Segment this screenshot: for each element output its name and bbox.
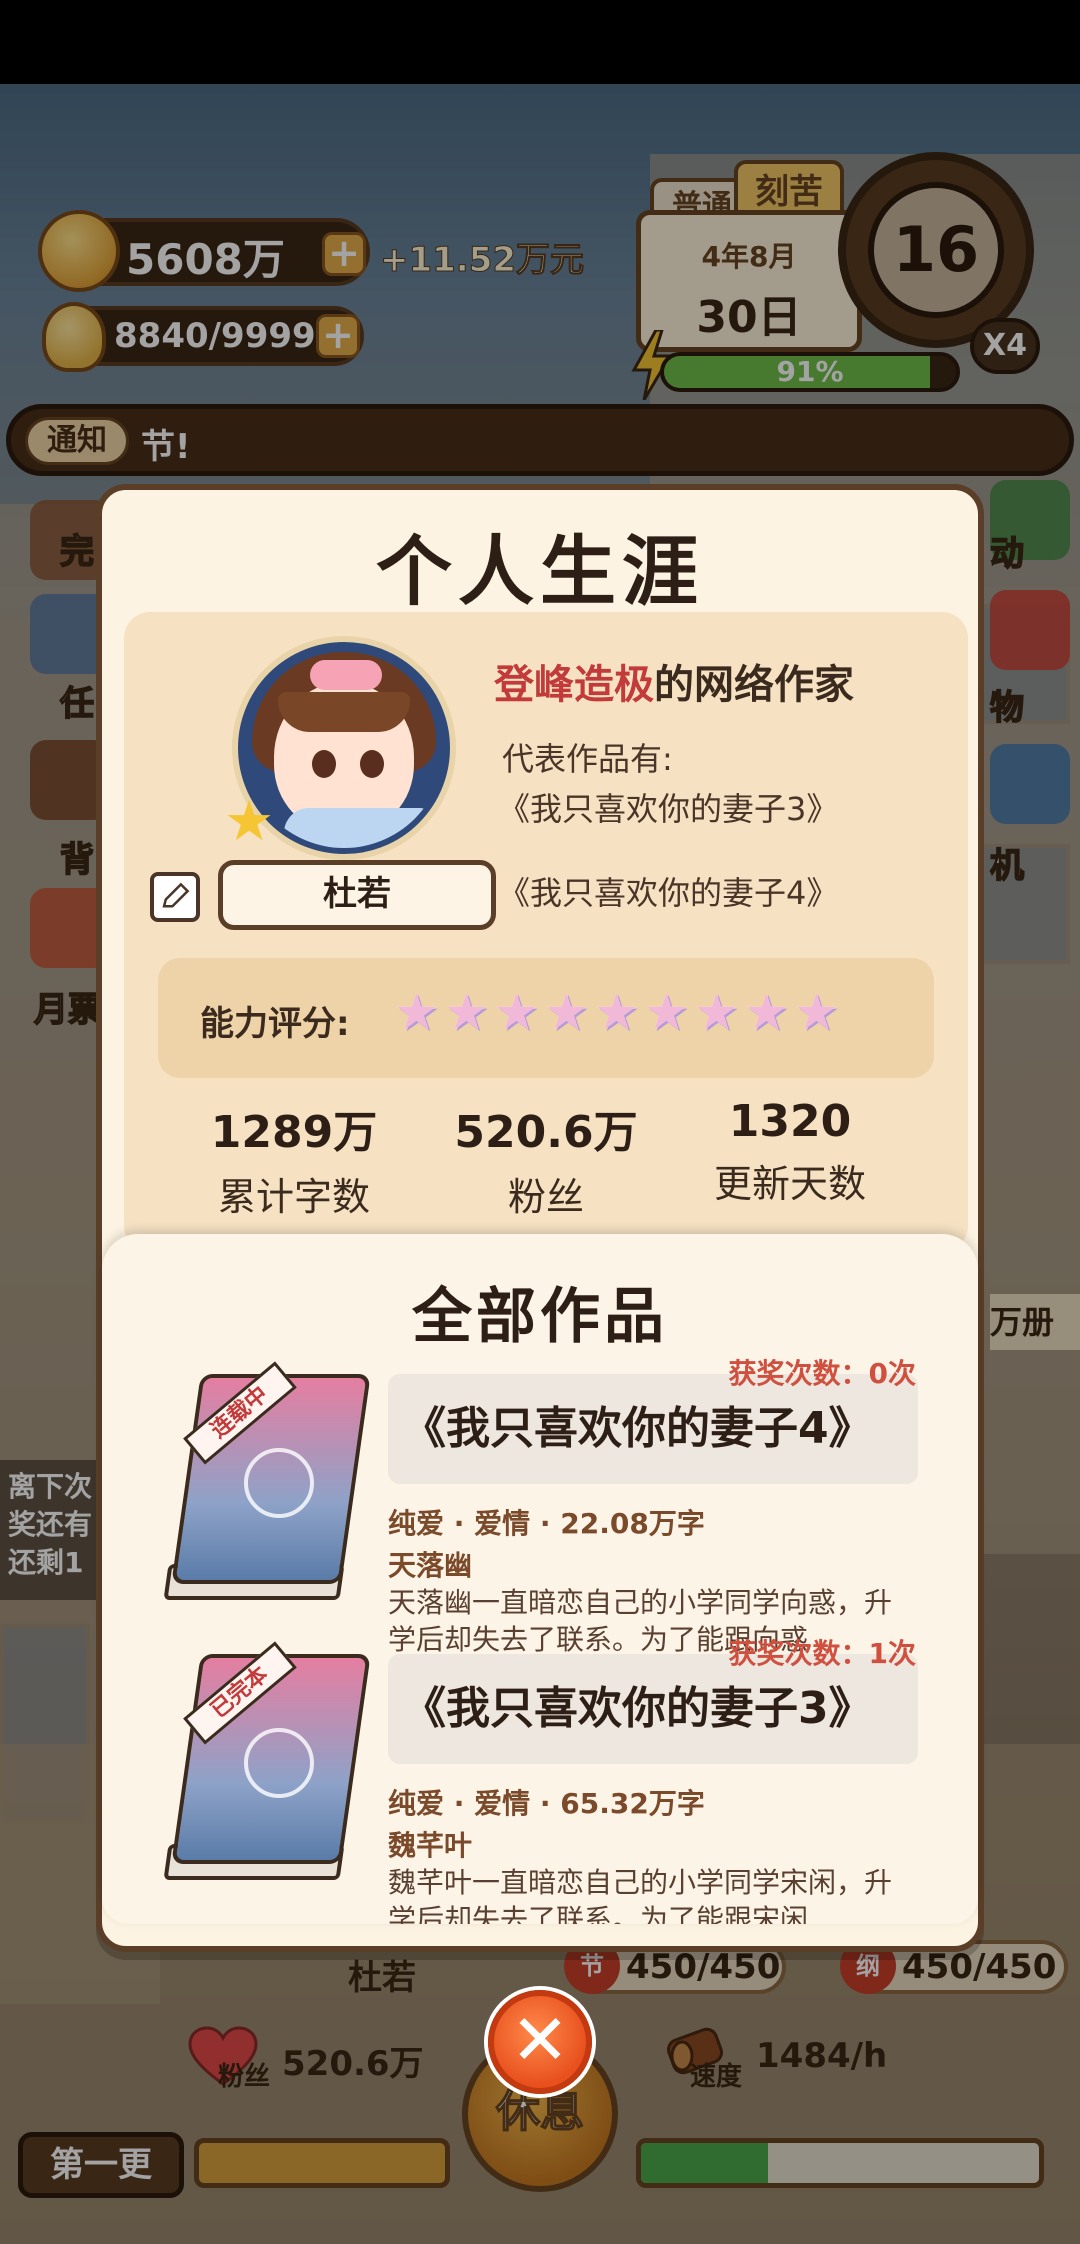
modal-title: 个人生涯 xyxy=(376,527,704,616)
rating-star-icon: ★ xyxy=(444,983,489,1041)
rating-star-icon: ★ xyxy=(544,983,589,1041)
stat-fans: 520.6万 粉丝 xyxy=(436,1096,656,1221)
status-bar xyxy=(0,0,1080,84)
award-count: 获奖次数：1次 xyxy=(728,1637,916,1670)
avatar-cloud xyxy=(284,808,444,848)
award-count: 获奖次数：0次 xyxy=(728,1357,916,1390)
stat-words: 1289万 累计字数 xyxy=(184,1096,404,1221)
ability-label: 能力评分: xyxy=(200,1004,350,1044)
author-rank: 登峰造极的网络作家 xyxy=(494,652,854,710)
work-item[interactable]: 连载中 《我只喜欢你的妻子4》 获奖次数：0次 纯爱 · 爱情 · 22.08万… xyxy=(102,1357,978,1656)
edit-icon[interactable] xyxy=(150,872,200,922)
work-lead: 天落幽 xyxy=(388,1549,473,1582)
avatar-bangs xyxy=(278,692,410,732)
stat-days-label: 更新天数 xyxy=(713,1162,866,1206)
stat-words-value: 1289万 xyxy=(210,1107,378,1158)
works-panel[interactable]: 全部作品 连载中 《我只喜欢你的妻子4》 获奖次数：0次 纯爱 · 爱情 · 2… xyxy=(102,1234,978,1924)
work-description: 魏芊叶一直暗恋自己的小学同学宋闲，升学后却失去了联系。为了能跟宋闲 xyxy=(388,1866,893,1924)
work-meta: 纯爱 · 爱情 · 65.32万字 xyxy=(388,1787,705,1820)
stat-days: 1320 更新天数 xyxy=(680,1096,900,1208)
works-title: 全部作品 xyxy=(412,1282,668,1352)
rating-stars: ★ ★ ★ ★ ★ ★ ★ ★ ★ xyxy=(394,983,842,1044)
book-cover: 连载中 xyxy=(160,1361,371,1610)
work-meta: 纯爱 · 爱情 · 22.08万字 xyxy=(388,1507,705,1540)
ability-rating: 能力评分: ★ ★ ★ ★ ★ ★ ★ ★ ★ xyxy=(158,958,934,1078)
rating-star-icon: ★ xyxy=(644,983,689,1041)
stat-fans-label: 粉丝 xyxy=(507,1175,584,1219)
close-icon[interactable]: ✕ xyxy=(488,1990,592,2094)
representative-work-1: 《我只喜欢你的妻子3》 xyxy=(498,790,839,828)
stat-days-value: 1320 xyxy=(728,1096,852,1147)
rating-star-icon: ★ xyxy=(694,983,739,1041)
representative-label: 代表作品有: xyxy=(502,740,673,778)
work-item[interactable]: 已完本 《我只喜欢你的妻子3》 获奖次数：1次 纯爱 · 爱情 · 65.32万… xyxy=(102,1637,978,1924)
book-cover: 已完本 xyxy=(160,1641,371,1890)
stats-row: 1289万 累计字数 520.6万 粉丝 1320 更新天数 xyxy=(124,1096,968,1219)
avatar-eye xyxy=(312,750,336,778)
rating-star-icon: ★ xyxy=(594,983,639,1041)
rating-star-icon: ★ xyxy=(394,983,439,1041)
avatar-bow xyxy=(310,660,382,690)
rose-icon xyxy=(244,1448,314,1518)
rating-star-icon: ★ xyxy=(494,983,539,1041)
representative-work-2: 《我只喜欢你的妻子4》 xyxy=(498,874,839,912)
work-lead: 魏芊叶 xyxy=(388,1829,473,1862)
rating-star-icon: ★ xyxy=(794,983,839,1041)
profile-section: ★ 登峰造极的网络作家 代表作品有: 《我只喜欢你的妻子3》 杜若 《我只喜欢你… xyxy=(124,612,968,1252)
rating-star-icon: ★ xyxy=(744,983,789,1041)
rank-highlight: 登峰造极 xyxy=(494,662,654,708)
star-icon: ★ xyxy=(224,789,275,854)
avatar-eye xyxy=(360,750,384,778)
stat-fans-value: 520.6万 xyxy=(454,1107,638,1158)
stat-words-label: 累计字数 xyxy=(217,1175,370,1219)
rank-suffix: 的网络作家 xyxy=(654,662,854,708)
rose-icon xyxy=(244,1728,314,1798)
author-name-field[interactable]: 杜若 xyxy=(218,860,496,930)
